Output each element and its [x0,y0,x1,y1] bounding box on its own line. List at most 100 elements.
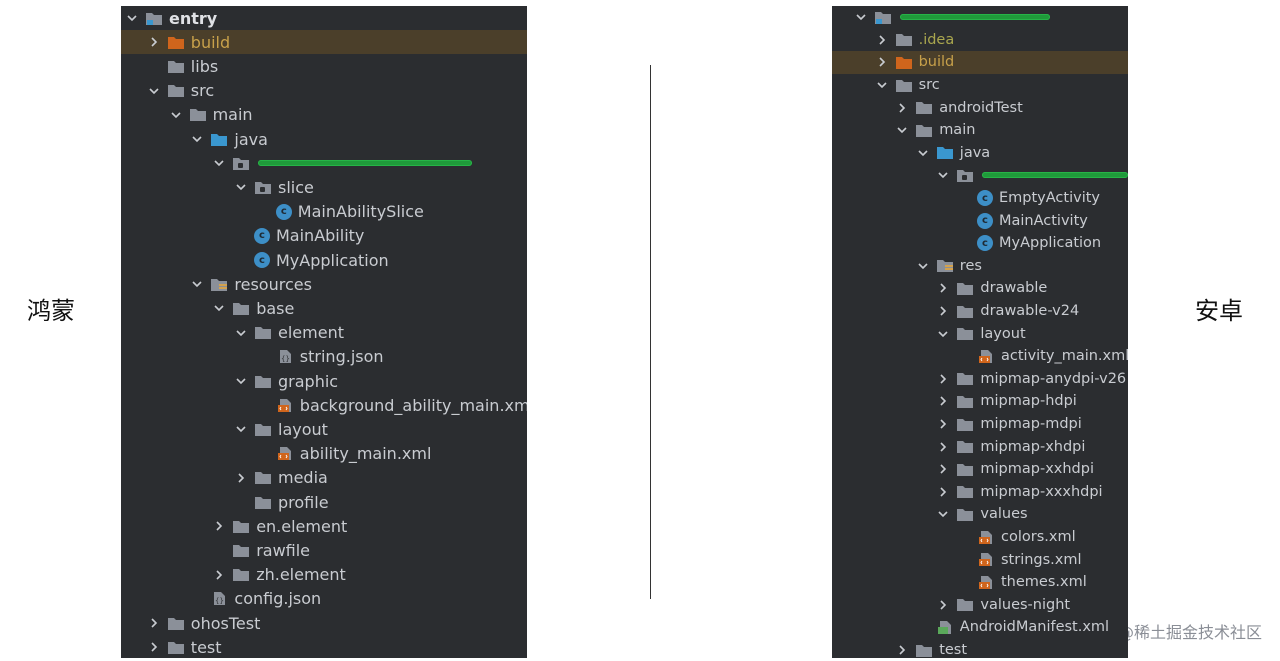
tree-row[interactable]: ability_main.xml [121,442,527,466]
tree-row[interactable]: values-night [832,594,1128,617]
tree-row[interactable]: c EmptyActivity [832,187,1128,210]
chevron-right-icon[interactable] [895,101,909,115]
folder-icon [254,325,272,341]
tree-row[interactable] [832,6,1128,29]
tree-row[interactable]: profile [121,490,527,514]
chevron-down-icon[interactable] [212,156,226,170]
tree-row[interactable]: mipmap-anydpi-v26 [832,368,1128,391]
chevron-down-icon[interactable] [147,84,161,98]
chevron-right-icon[interactable] [875,33,889,47]
tree-row[interactable]: main [832,119,1128,142]
tree-row[interactable]: c MyApplication [832,232,1128,255]
tree-row[interactable]: java [121,127,527,151]
tree-row[interactable]: graphic [121,369,527,393]
chevron-right-icon[interactable] [936,281,950,295]
tree-row[interactable]: layout [121,417,527,441]
tree-row[interactable]: AndroidManifest.xml [832,616,1128,639]
tree-row[interactable]: en.element [121,514,527,538]
tree-row[interactable]: androidTest [832,96,1128,119]
chevron-down-icon[interactable] [212,301,226,315]
tree-row[interactable]: mipmap-xhdpi [832,435,1128,458]
chevron-right-icon[interactable] [147,35,161,49]
chevron-down-icon[interactable] [875,78,889,92]
chevron-down-icon[interactable] [936,507,950,521]
tree-row[interactable]: mipmap-mdpi [832,413,1128,436]
tree-row[interactable]: drawable-v24 [832,300,1128,323]
tree-row[interactable]: activity_main.xml [832,345,1128,368]
tree-row[interactable]: java [832,142,1128,165]
tree-row[interactable]: test [832,639,1128,658]
chevron-down-icon[interactable] [895,123,909,137]
chevron-right-icon[interactable] [936,440,950,454]
chevron-down-icon[interactable] [916,259,930,273]
tree-row[interactable]: slice [121,175,527,199]
tree-row[interactable] [832,164,1128,187]
tree-row[interactable]: mipmap-xxxhdpi [832,481,1128,504]
folder-icon [167,83,185,99]
tree-row[interactable]: element [121,321,527,345]
chevron-right-icon[interactable] [936,372,950,386]
chevron-right-icon[interactable] [875,55,889,69]
tree-row[interactable]: background_ability_main.xml [121,393,527,417]
chevron-down-icon[interactable] [936,327,950,341]
tree-row[interactable]: rawfile [121,538,527,562]
tree-row[interactable]: colors.xml [832,526,1128,549]
tree-row[interactable]: main [121,103,527,127]
chevron-down-icon[interactable] [936,168,950,182]
chevron-right-icon[interactable] [147,616,161,630]
tree-row[interactable]: c MainAbilitySlice [121,200,527,224]
chevron-down-icon[interactable] [234,374,248,388]
tree-row-label: profile [278,492,329,512]
tree-row[interactable]: build [121,30,527,55]
chevron-down-icon[interactable] [916,146,930,160]
tree-row[interactable]: zh.element [121,563,527,587]
tree-row[interactable]: libs [121,54,527,78]
chevron-right-icon[interactable] [936,598,950,612]
tree-row[interactable]: c MyApplication [121,248,527,272]
tree-row[interactable]: entry [121,6,527,30]
tree-row[interactable]: values [832,503,1128,526]
chevron-right-icon[interactable] [147,640,161,654]
tree-row[interactable]: {} config.json [121,587,527,611]
chevron-down-icon[interactable] [234,422,248,436]
chevron-down-icon[interactable] [190,277,204,291]
chevron-down-icon[interactable] [169,108,183,122]
tree-row[interactable]: .idea [832,29,1128,52]
chevron-right-icon[interactable] [936,485,950,499]
tree-row[interactable]: resources [121,272,527,296]
tree-row[interactable]: mipmap-hdpi [832,390,1128,413]
chevron-right-icon[interactable] [895,643,909,657]
chevron-right-icon[interactable] [212,568,226,582]
tree-row[interactable]: src [121,79,527,103]
chevron-right-icon[interactable] [936,304,950,318]
tree-row[interactable]: src [832,74,1128,97]
tree-row[interactable]: build [832,51,1128,74]
tree-row[interactable]: test [121,635,527,658]
tree-row[interactable]: ohosTest [121,611,527,635]
tree-row[interactable]: layout [832,322,1128,345]
tree-row[interactable]: themes.xml [832,571,1128,594]
chevron-right-icon[interactable] [936,394,950,408]
tree-row[interactable]: res [832,255,1128,278]
tree-row[interactable]: {} string.json [121,345,527,369]
tree-row[interactable]: media [121,466,527,490]
tree-row-label: drawable [980,280,1048,297]
tree-row[interactable] [121,151,527,175]
chevron-down-icon[interactable] [125,11,139,25]
chevron-right-icon[interactable] [936,462,950,476]
tree-row[interactable]: c MainAbility [121,224,527,248]
chevron-right-icon[interactable] [234,471,248,485]
chevron-right-icon[interactable] [212,519,226,533]
chevron-down-icon[interactable] [234,326,248,340]
tree-row[interactable]: drawable [832,277,1128,300]
folder-icon [895,32,913,48]
tree-row[interactable]: base [121,296,527,320]
chevron-down-icon[interactable] [190,132,204,146]
tree-row[interactable]: strings.xml [832,548,1128,571]
chevron-right-icon[interactable] [936,417,950,431]
tree-row[interactable]: c MainActivity [832,209,1128,232]
chevron-down-icon[interactable] [234,180,248,194]
tree-row[interactable]: mipmap-xxhdpi [832,458,1128,481]
folder-icon [232,567,250,583]
chevron-down-icon[interactable] [854,10,868,24]
